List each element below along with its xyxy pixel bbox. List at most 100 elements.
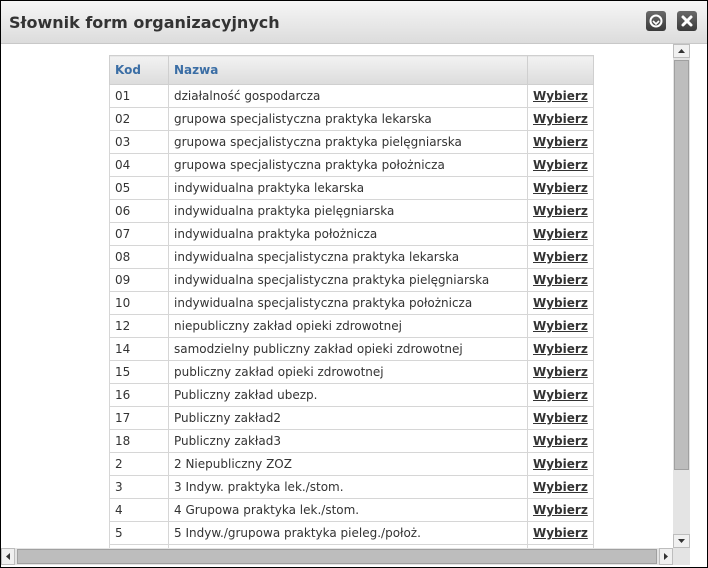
select-link[interactable]: Wybierz	[533, 365, 588, 379]
select-link[interactable]: Wybierz	[533, 250, 588, 264]
table-row: 06 indywidualna praktyka pielęgniarska Wyb…	[109, 199, 594, 223]
table-row: 01 działalność gospodarcza Wybierz	[109, 84, 594, 108]
cell-name: 2 Niepubliczny ZOZ	[168, 452, 528, 476]
cell-name: 3 Indyw. praktyka lek./stom.	[168, 475, 528, 499]
cell-name: działalność gospodarcza	[168, 84, 528, 108]
vertical-scrollbar[interactable]	[673, 44, 690, 548]
cell-action: Wybierz	[527, 498, 594, 522]
cell-code: 02	[109, 107, 169, 131]
cell-name: Publiczny zakład3	[168, 429, 528, 453]
table-row: 10 indywidualna specjalistyczna praktyka …	[109, 291, 594, 315]
select-link[interactable]: Wybierz	[533, 181, 588, 195]
select-link[interactable]: Wybierz	[533, 135, 588, 149]
select-link[interactable]: Wybierz	[533, 273, 588, 287]
cell-name: grupowa specjalistyczna praktyka pielęgn…	[168, 130, 528, 154]
cell-code: 10	[109, 291, 169, 315]
cell-action: Wybierz	[527, 452, 594, 476]
org-forms-table: Kod Nazwa 01 działalność gospodarcza Wybie…	[109, 55, 594, 548]
table-row: 44 Grupowa praktyka lek./stom. Wybierz	[109, 498, 594, 522]
select-link[interactable]: Wybierz	[533, 112, 588, 126]
cell-action: Wybierz	[527, 245, 594, 269]
table-row: 05 indywidualna praktyka lekarska Wybierz	[109, 176, 594, 200]
arrow-left-icon	[6, 553, 10, 560]
table-row: 07 indywidualna praktyka położnicza Wybier…	[109, 222, 594, 246]
select-link[interactable]: Wybierz	[533, 457, 588, 471]
cell-action: Wybierz	[527, 176, 594, 200]
table-row: 12 niepubliczny zakład opieki zdrowotnej W…	[109, 314, 594, 338]
cell-action: Wybierz	[527, 222, 594, 246]
cell-code: 2	[109, 452, 169, 476]
cell-name: indywidualna praktyka położnicza	[168, 222, 528, 246]
cell-action: Wybierz	[527, 199, 594, 223]
column-header-name[interactable]: Nazwa	[168, 55, 528, 85]
select-link[interactable]: Wybierz	[533, 388, 588, 402]
cell-action: Wybierz	[527, 291, 594, 315]
cell-name: indywidualna praktyka pielęgniarska	[168, 199, 528, 223]
scroll-left-button[interactable]	[1, 548, 15, 565]
scroll-right-button[interactable]	[659, 548, 673, 565]
cell-name: Publiczny zakład2	[168, 406, 528, 430]
horizontal-scroll-thumb[interactable]	[17, 549, 657, 564]
cell-code: 17	[109, 406, 169, 430]
cell-action: Wybierz	[527, 268, 594, 292]
cell-code: 03	[109, 130, 169, 154]
dictionary-dialog: Słownik form organizacyjnych Kod Nazwa 0…	[0, 0, 708, 568]
cell-action: Wybierz	[527, 383, 594, 407]
cell-action: Wybierz	[527, 314, 594, 338]
select-link[interactable]: Wybierz	[533, 89, 588, 103]
select-link[interactable]: Wybierz	[533, 526, 588, 540]
cell-code: 15	[109, 360, 169, 384]
select-link[interactable]: Wybierz	[533, 434, 588, 448]
table-row: 08 indywidualna specjalistyczna praktyka …	[109, 245, 594, 269]
cell-name: 5 Indyw./grupowa praktyka pieleg./położ.	[168, 521, 528, 545]
select-link[interactable]: Wybierz	[533, 296, 588, 310]
table-row: 09 indywidualna specjalistyczna praktyka …	[109, 268, 594, 292]
column-header-code[interactable]: Kod	[109, 55, 169, 85]
cell-name: indywidualna specjalistyczna praktyka le…	[168, 245, 528, 269]
cell-name: indywidualna praktyka lekarska	[168, 176, 528, 200]
cell-code: 07	[109, 222, 169, 246]
cell-action: Wybierz	[527, 429, 594, 453]
select-link[interactable]: Wybierz	[533, 204, 588, 218]
horizontal-scrollbar[interactable]	[1, 548, 690, 565]
close-button[interactable]	[677, 11, 697, 31]
dialog-title: Słownik form organizacyjnych	[9, 13, 280, 32]
cell-name: indywidualna specjalistyczna praktyka pi…	[168, 268, 528, 292]
vertical-scroll-thumb[interactable]	[674, 60, 689, 470]
select-link[interactable]: Wybierz	[533, 503, 588, 517]
cell-action: Wybierz	[527, 107, 594, 131]
cell-action: Wybierz	[527, 360, 594, 384]
select-link[interactable]: Wybierz	[533, 319, 588, 333]
cell-action: Wybierz	[527, 521, 594, 545]
cell-code: 16	[109, 383, 169, 407]
cell-name: grupowa specjalistyczna praktyka położni…	[168, 153, 528, 177]
minimize-button[interactable]	[646, 11, 666, 31]
select-link[interactable]: Wybierz	[533, 227, 588, 241]
dialog-content: Kod Nazwa 01 działalność gospodarcza Wybie…	[1, 44, 673, 548]
scroll-down-button[interactable]	[673, 534, 690, 548]
arrow-up-icon	[678, 49, 685, 53]
cell-action: Wybierz	[527, 153, 594, 177]
select-link[interactable]: Wybierz	[533, 342, 588, 356]
cell-code: 08	[109, 245, 169, 269]
select-link[interactable]: Wybierz	[533, 158, 588, 172]
cell-code: 18	[109, 429, 169, 453]
cell-code: 06	[109, 199, 169, 223]
cell-code: 12	[109, 314, 169, 338]
cell-action: Wybierz	[527, 475, 594, 499]
cell-action: Wybierz	[527, 337, 594, 361]
select-link[interactable]: Wybierz	[533, 480, 588, 494]
cell-action: Wybierz	[527, 84, 594, 108]
cell-code: 04	[109, 153, 169, 177]
cell-name: grupowa specjalistyczna praktyka lekarsk…	[168, 107, 528, 131]
arrow-right-icon	[664, 553, 668, 560]
cell-name: niepubliczny zakład opieki zdrowotnej	[168, 314, 528, 338]
cell-name: indywidualna specjalistyczna praktyka po…	[168, 291, 528, 315]
table-row: 16 Publiczny zakład ubezp. Wybierz	[109, 383, 594, 407]
scroll-up-button[interactable]	[673, 44, 690, 58]
column-header-action	[527, 55, 594, 85]
cell-name: Publiczny zakład ubezp.	[168, 383, 528, 407]
cell-code: 14	[109, 337, 169, 361]
close-icon	[681, 15, 693, 27]
select-link[interactable]: Wybierz	[533, 411, 588, 425]
